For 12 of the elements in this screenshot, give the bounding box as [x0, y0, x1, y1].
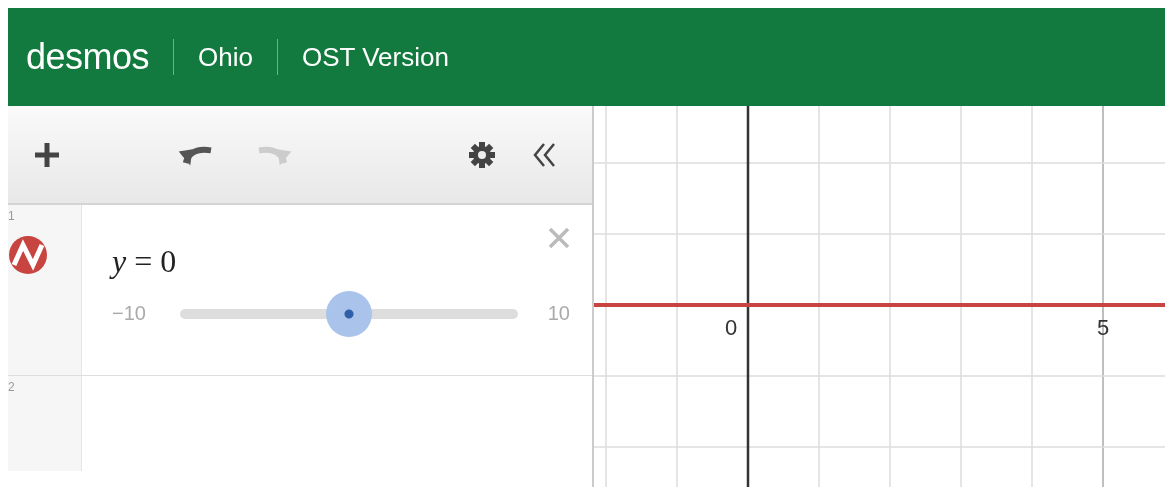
slider-thumb[interactable]	[326, 290, 372, 337]
row-number: 2	[8, 380, 15, 394]
expression-row[interactable]: 1 y = 0 −10 10	[8, 205, 592, 376]
header-label: OST Version	[302, 41, 449, 73]
row-number: 1	[8, 209, 15, 223]
logo[interactable]: desmos	[26, 36, 150, 78]
graph-style-icon[interactable]	[8, 235, 48, 275]
slider-min: −10	[112, 302, 147, 325]
axis-tick-label: 5	[1096, 315, 1110, 340]
slider-max: 10	[546, 302, 570, 325]
header-label: Ohio	[198, 41, 253, 73]
axis-tick-label: 0	[724, 315, 738, 340]
